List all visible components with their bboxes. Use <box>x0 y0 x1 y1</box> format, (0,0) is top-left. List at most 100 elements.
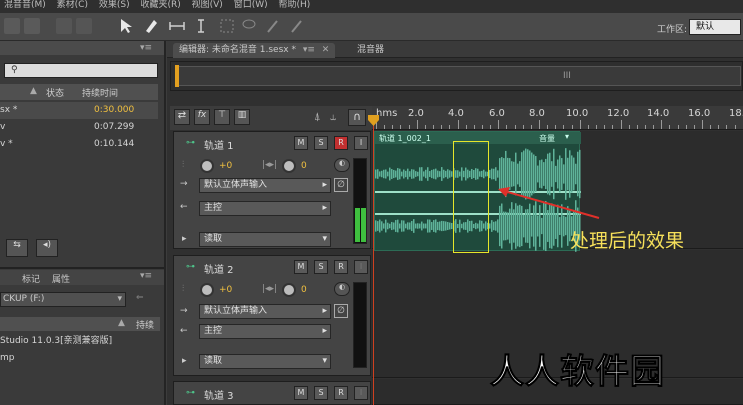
record-arm-button[interactable]: R <box>334 136 348 150</box>
io-toggle-button[interactable]: ⇄ <box>174 109 190 125</box>
editor-toolbar: ⇄ fx ⊤ ▥ ⍋ ⥿ ∩ <box>170 106 372 130</box>
marquee-tool-icon[interactable] <box>218 17 236 35</box>
file-name: v <box>0 122 6 132</box>
sort-up-icon[interactable]: ▲ <box>30 86 37 96</box>
file-row[interactable]: v * 0:10.144 <box>0 136 158 153</box>
tab-properties[interactable]: 属性 <box>52 272 70 285</box>
multitrack-view-button[interactable] <box>24 18 40 34</box>
zoom-scrollbar[interactable] <box>175 66 741 86</box>
waveform-view-button[interactable] <box>4 18 20 34</box>
menu-item-favorites[interactable]: 收藏夹(R) <box>136 0 184 11</box>
monitor-input-button[interactable]: I <box>354 386 368 400</box>
record-arm-button[interactable]: R <box>334 386 348 400</box>
automation-mode-select[interactable]: 读取 ▾ <box>199 232 331 247</box>
menu-item-help[interactable]: 帮助(H) <box>275 0 315 11</box>
expand-arrow-icon[interactable]: ▸ <box>182 356 187 366</box>
phase-invert-icon[interactable]: ∅ <box>334 304 348 318</box>
razor-tool-icon[interactable] <box>142 17 160 35</box>
input-select[interactable]: 默认立体声输入 ▸ <box>199 304 331 319</box>
list-item[interactable]: Studio 11.0.3[亲测兼容版] <box>0 333 160 350</box>
workspace-select[interactable]: 默认 <box>689 19 741 35</box>
record-arm-button[interactable]: R <box>334 260 348 274</box>
tab-editor[interactable]: 编辑器: 未命名混音 1.sesx * ▾≡ ✕ <box>173 43 336 58</box>
column-duration[interactable]: 持续 <box>136 318 154 331</box>
mute-button[interactable]: M <box>294 260 308 274</box>
monitor-input-button[interactable]: I <box>354 136 368 150</box>
time-selection-tool-icon[interactable] <box>192 17 210 35</box>
track-name[interactable]: 轨道 1 <box>204 137 234 152</box>
playhead-handle-icon[interactable] <box>368 115 380 127</box>
back-arrow-icon[interactable]: ⇐ <box>136 293 144 303</box>
spectral-view-icon[interactable] <box>56 18 72 34</box>
slip-tool-icon[interactable] <box>168 17 186 35</box>
overview-bar[interactable]: III <box>170 61 743 91</box>
headphones-icon[interactable]: ∩ <box>348 109 366 126</box>
pan-knob[interactable] <box>282 159 296 173</box>
file-row[interactable]: sx * 0:30.000 <box>0 102 158 119</box>
output-select[interactable]: 主控 ▸ <box>199 324 331 339</box>
chevron-down-icon[interactable]: ▾ <box>565 132 569 141</box>
tab-markers[interactable]: 标记 <box>22 272 40 285</box>
close-icon[interactable]: ✕ <box>322 45 330 55</box>
sort-up-icon[interactable]: ▲ <box>118 318 125 328</box>
tab-mixer[interactable]: 混音器 <box>351 43 390 58</box>
autoplay-button[interactable]: ◂) <box>36 239 58 257</box>
lasso-tool-icon[interactable] <box>240 17 258 35</box>
pan-value[interactable]: 0 <box>301 285 307 295</box>
track-name[interactable]: 轨道 2 <box>204 261 234 276</box>
panel-menu-icon[interactable]: ▾≡ <box>140 43 152 53</box>
stereo-balance-icon[interactable]: ◐ <box>334 282 350 296</box>
volume-knob[interactable] <box>200 283 214 297</box>
monitor-input-button[interactable]: I <box>354 260 368 274</box>
volume-value[interactable]: +0 <box>219 161 232 171</box>
column-duration[interactable]: 持续时间 <box>82 86 118 99</box>
waveform-sample <box>555 165 557 183</box>
menu-item-window[interactable]: 窗口(W) <box>230 0 272 11</box>
waveform-sample <box>537 165 539 183</box>
column-status[interactable]: 状态 <box>46 86 64 99</box>
mute-button[interactable]: M <box>294 136 308 150</box>
phase-invert-icon[interactable]: ∅ <box>334 178 348 192</box>
panel-menu-icon[interactable]: ▾≡ <box>140 271 152 281</box>
brush-tool-icon[interactable] <box>264 17 282 35</box>
menu-item-effects[interactable]: 效果(S) <box>95 0 134 11</box>
pitch-view-icon[interactable] <box>76 18 92 34</box>
menu-item-clip[interactable]: 素材(C) <box>53 0 92 11</box>
ruler-tick <box>726 125 728 129</box>
effects-toggle-button[interactable]: fx <box>194 109 210 125</box>
solo-button[interactable]: S <box>314 136 328 150</box>
volume-value[interactable]: +0 <box>219 285 232 295</box>
mute-button[interactable]: M <box>294 386 308 400</box>
volume-knob[interactable] <box>200 159 214 173</box>
time-ruler[interactable]: hms 2.0 4.0 6.0 8.0 10.0 12.0 14.0 16.0 … <box>372 106 743 130</box>
metronome-icon[interactable]: ⍋ <box>314 110 321 124</box>
expand-arrow-icon[interactable]: ▸ <box>182 234 187 244</box>
track-name[interactable]: 轨道 3 <box>204 387 234 402</box>
pan-knob[interactable] <box>282 283 296 297</box>
solo-button[interactable]: S <box>314 260 328 274</box>
pan-value[interactable]: 0 <box>301 161 307 171</box>
snapping-icon[interactable]: ⥿ <box>330 110 336 124</box>
file-row[interactable]: v 0:07.299 <box>0 119 158 136</box>
move-tool-icon[interactable] <box>118 17 136 35</box>
output-arrow-icon: ← <box>180 202 188 212</box>
drive-select[interactable]: CKUP (F:) ▾ <box>0 292 126 307</box>
eq-toggle-button[interactable]: ▥ <box>234 109 250 125</box>
scrollbar-handle[interactable] <box>175 65 179 87</box>
insert-into-multitrack-button[interactable]: ⇆ <box>6 239 28 257</box>
list-item[interactable]: mp <box>0 350 160 367</box>
sends-toggle-button[interactable]: ⊤ <box>214 109 230 125</box>
menu-item-view[interactable]: 视图(V) <box>188 0 227 11</box>
input-select[interactable]: 默认立体声输入 ▸ <box>199 178 331 193</box>
solo-button[interactable]: S <box>314 386 328 400</box>
playhead-line[interactable] <box>373 119 374 405</box>
automation-mode-select[interactable]: 读取 ▾ <box>199 354 331 369</box>
menu-item-mix[interactable]: 混音音(M) <box>0 0 50 11</box>
spot-healing-tool-icon[interactable] <box>288 17 306 35</box>
stereo-balance-icon[interactable]: ◐ <box>334 158 350 172</box>
ruler-tick <box>669 125 671 129</box>
output-select[interactable]: 主控 ▸ <box>199 201 331 216</box>
search-input[interactable]: ⚲ <box>4 63 158 78</box>
panel-menu-icon[interactable]: ▾≡ <box>303 45 315 55</box>
waveform-sample <box>575 163 577 185</box>
